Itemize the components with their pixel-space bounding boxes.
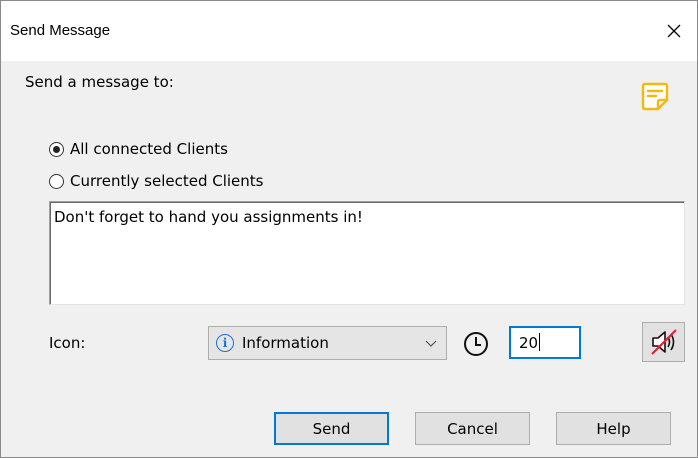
radio-label: Currently selected Clients — [70, 172, 264, 190]
send-message-dialog: Send Message Send a message to: All conn… — [0, 0, 698, 458]
cancel-button[interactable]: Cancel — [415, 412, 530, 445]
clock-icon — [464, 332, 488, 356]
note-icon — [641, 82, 669, 111]
text-caret — [539, 333, 541, 351]
radio-all-clients[interactable]: All connected Clients — [49, 139, 228, 159]
mute-toggle-button[interactable] — [642, 322, 685, 362]
radio-selected-clients[interactable]: Currently selected Clients — [49, 171, 263, 191]
message-textarea[interactable]: Don't forget to hand you assignments in! — [49, 201, 685, 305]
timeout-input[interactable]: 20 — [509, 326, 581, 359]
prompt-label: Send a message to: — [25, 73, 174, 91]
info-icon: i — [216, 334, 234, 352]
title-bar: Send Message — [1, 1, 697, 61]
radio-button[interactable] — [49, 173, 64, 189]
radio-label: All connected Clients — [70, 140, 228, 158]
help-button[interactable]: Help — [556, 412, 671, 445]
window-title: Send Message — [10, 22, 111, 39]
icon-select-value: Information — [242, 334, 329, 352]
speaker-muted-icon — [650, 329, 677, 355]
radio-button-checked[interactable] — [49, 141, 64, 157]
icon-select[interactable]: i Information — [208, 326, 447, 360]
close-button[interactable] — [651, 1, 697, 61]
close-icon — [667, 24, 681, 38]
send-button[interactable]: Send — [274, 412, 389, 445]
timeout-value: 20 — [519, 334, 539, 352]
chevron-down-icon — [425, 340, 437, 347]
icon-label: Icon: — [49, 334, 86, 352]
